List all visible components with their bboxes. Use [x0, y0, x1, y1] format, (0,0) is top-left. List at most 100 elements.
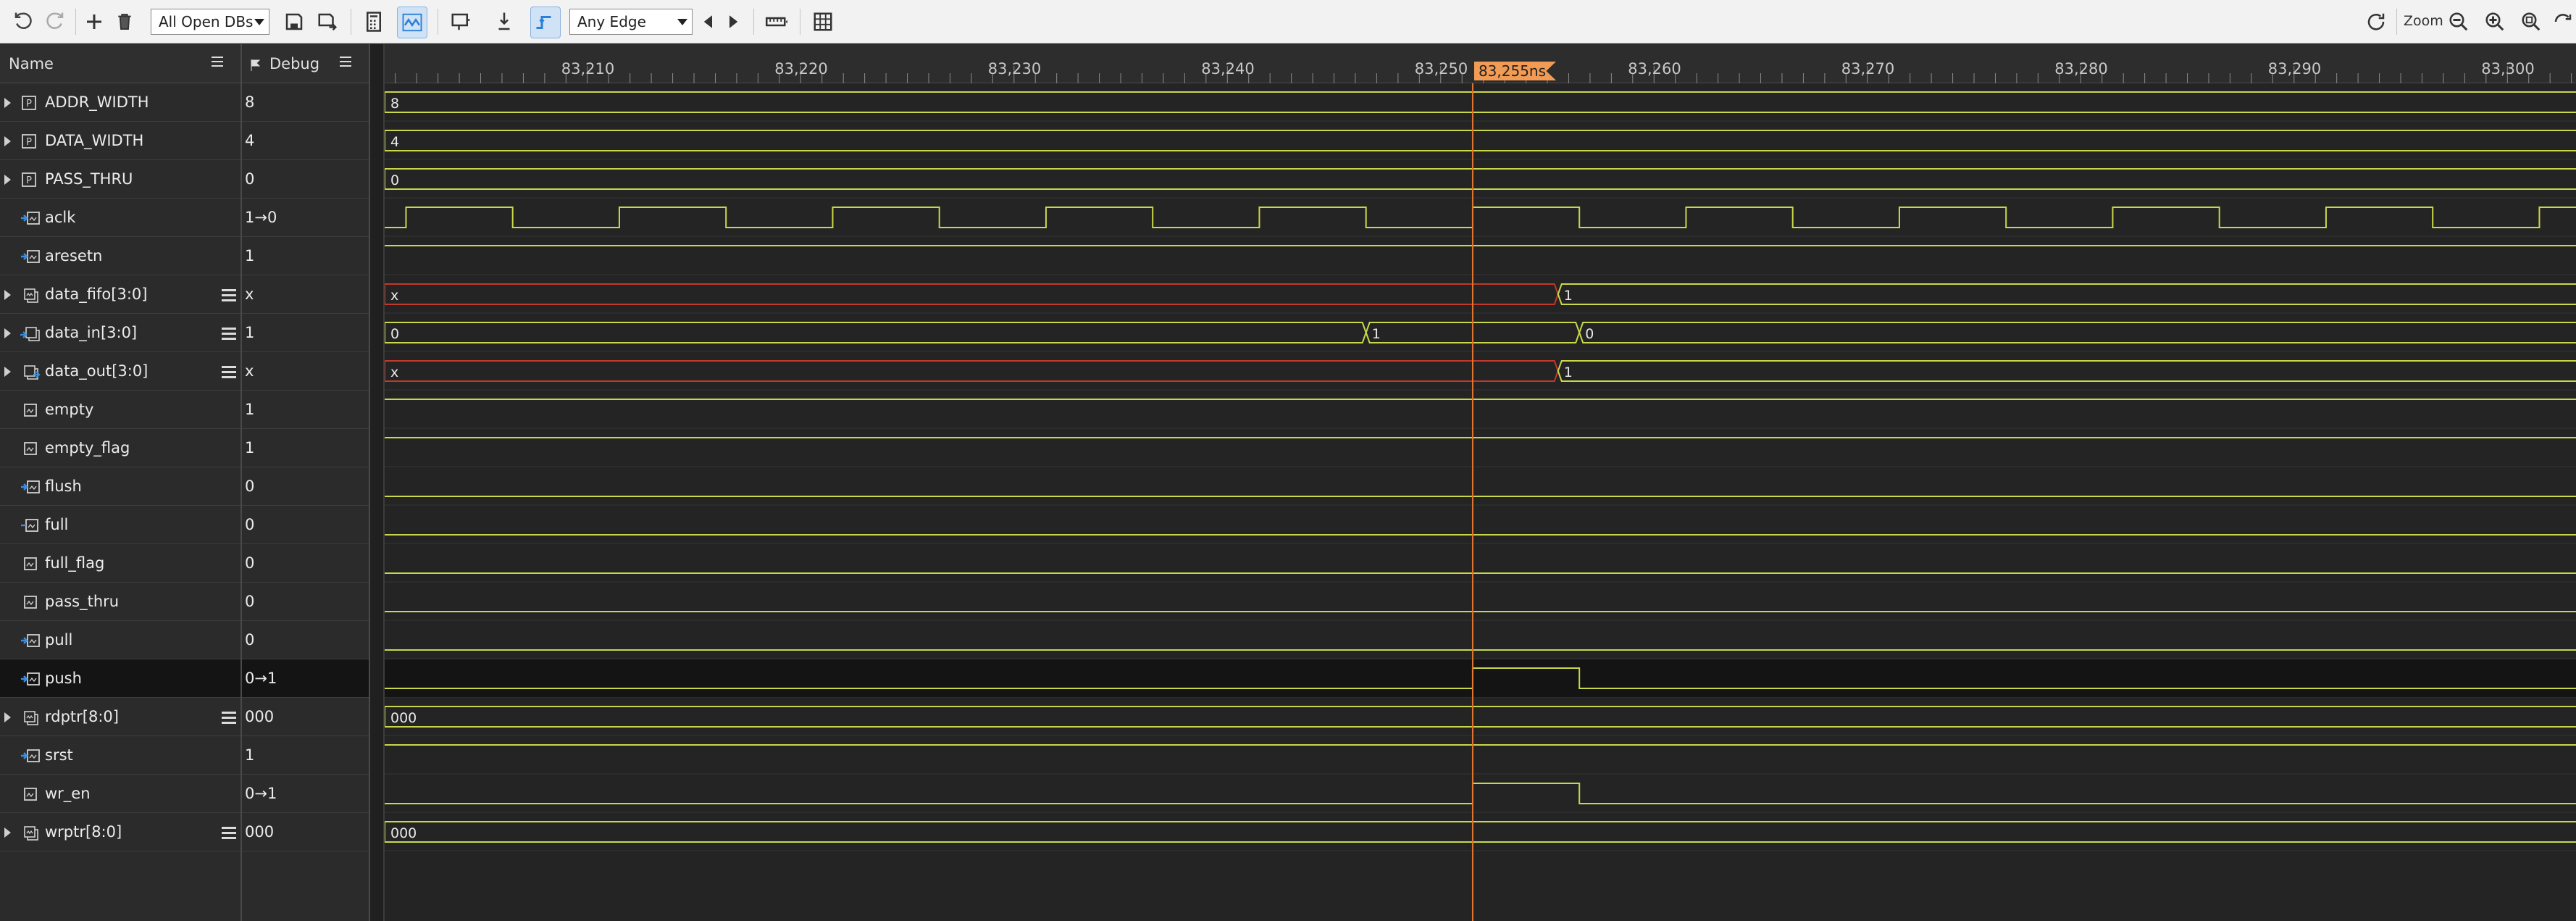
expand-arrow-icon[interactable]: [4, 136, 11, 146]
waveform-mode-button[interactable]: [397, 7, 427, 38]
radix-menu-icon[interactable]: [222, 827, 236, 842]
signal-row[interactable]: aresetn: [0, 237, 241, 275]
undo-button[interactable]: [9, 6, 38, 38]
signal-row[interactable]: P ADDR_WIDTH: [0, 83, 241, 122]
signal-name: data_out[3:0]: [45, 362, 149, 380]
marker-button[interactable]: [446, 6, 475, 38]
time-tick-label: 83,270: [1841, 60, 1895, 78]
radix-menu-icon[interactable]: [222, 712, 236, 727]
waveform-pane[interactable]: 83,210 83,220 83,230 83,240 83,250 83,260 83,2…: [385, 44, 2576, 921]
signal-value: 0: [245, 516, 255, 533]
signal-value-row[interactable]: 0→1: [242, 775, 369, 813]
save-icon: [285, 13, 303, 30]
ruler-button[interactable]: [762, 6, 791, 38]
save-button[interactable]: [280, 6, 309, 38]
signal-value-row[interactable]: 0: [242, 583, 369, 621]
signal-value-row[interactable]: 0: [242, 467, 369, 506]
signal-row[interactable]: data_fifo[3:0]: [0, 275, 241, 314]
expand-arrow-icon[interactable]: [4, 712, 11, 722]
radix-menu-icon[interactable]: [222, 289, 236, 304]
save-as-button[interactable]: [313, 6, 342, 38]
waveform-canvas[interactable]: 8 4 0 x 1 0 1 0 x 1 000 000: [385, 83, 2576, 921]
redo-button[interactable]: [41, 6, 70, 38]
expand-arrow-icon[interactable]: [4, 828, 11, 838]
expand-arrow-icon[interactable]: [4, 98, 11, 108]
value-column-header[interactable]: Debug: [242, 44, 369, 83]
snap-button[interactable]: [490, 6, 519, 38]
output-port-icon: [20, 517, 41, 534]
zoom-fit-button[interactable]: [2517, 6, 2546, 38]
zoom-in-button[interactable]: [2480, 6, 2509, 38]
signal-row[interactable]: pull: [0, 621, 241, 659]
expand-arrow-icon[interactable]: [4, 367, 11, 377]
expand-arrow-icon[interactable]: [4, 328, 11, 338]
signal-row[interactable]: data_in[3:0]: [0, 314, 241, 352]
signal-value-row[interactable]: 0: [242, 506, 369, 544]
pane-splitter[interactable]: [370, 44, 385, 921]
hamburger-icon[interactable]: [340, 57, 351, 67]
signal-value-row[interactable]: 1: [242, 429, 369, 467]
signal-value-row[interactable]: 1→0: [242, 199, 369, 237]
signal-value-row[interactable]: 1: [242, 314, 369, 352]
signal-value: 1: [245, 401, 255, 418]
signal-value: 1: [245, 247, 255, 264]
signal-row[interactable]: full: [0, 506, 241, 544]
db-select[interactable]: All Open DBs: [151, 9, 269, 35]
bus-input-icon: [20, 325, 41, 342]
signal-value: 0→1: [245, 670, 277, 687]
bus-segment: [385, 821, 2576, 843]
cursor-time-flag[interactable]: 83,255ns: [1473, 62, 1557, 80]
zoom-out-button[interactable]: [2444, 6, 2473, 38]
next-edge-button[interactable]: [719, 6, 748, 38]
signal-value-row[interactable]: 000: [242, 698, 369, 736]
signal-value-row[interactable]: 8: [242, 83, 369, 122]
signal-row[interactable]: aclk: [0, 199, 241, 237]
time-tick-label: 83,210: [561, 60, 615, 78]
bus-segment-value: 0: [390, 172, 399, 188]
delete-button[interactable]: [110, 6, 139, 38]
signal-row[interactable]: data_out[3:0]: [0, 352, 241, 391]
signal-value-row[interactable]: 1: [242, 736, 369, 775]
edge-type-button[interactable]: [530, 7, 561, 38]
calculator-button[interactable]: [359, 6, 388, 38]
signal-value-row[interactable]: x: [242, 275, 369, 314]
signal-row[interactable]: empty: [0, 391, 241, 429]
expand-arrow-icon[interactable]: [4, 175, 11, 185]
signal-row[interactable]: flush: [0, 467, 241, 506]
radix-menu-icon[interactable]: [222, 366, 236, 381]
signal-value-row[interactable]: x: [242, 352, 369, 391]
time-tick-label: 83,220: [774, 60, 828, 78]
signal-row[interactable]: pass_thru: [0, 583, 241, 621]
signal-value-row[interactable]: 0: [242, 621, 369, 659]
name-column-header[interactable]: Name: [0, 44, 241, 83]
zoom-full-button[interactable]: [2550, 6, 2576, 38]
signal-value-row[interactable]: 1: [242, 391, 369, 429]
signal-row[interactable]: push: [0, 659, 241, 698]
expand-arrow-icon[interactable]: [4, 290, 11, 300]
input-port-icon: [20, 209, 41, 227]
signal-row[interactable]: P PASS_THRU: [0, 160, 241, 199]
signal-value-row[interactable]: 4: [242, 122, 369, 160]
edge-select[interactable]: Any Edge: [569, 9, 693, 35]
signal-value-row[interactable]: 0: [242, 160, 369, 199]
signal-value-row[interactable]: 1: [242, 237, 369, 275]
waveform-icon: [402, 13, 422, 32]
signal-value-row[interactable]: 000: [242, 813, 369, 851]
signal-value-row[interactable]: 0: [242, 544, 369, 583]
hamburger-icon[interactable]: [212, 57, 223, 67]
wire-icon: [20, 401, 41, 419]
radix-menu-icon[interactable]: [222, 328, 236, 343]
chevron-down-icon: [677, 19, 687, 25]
signal-row[interactable]: srst: [0, 736, 241, 775]
signal-row[interactable]: full_flag: [0, 544, 241, 583]
signal-row[interactable]: empty_flag: [0, 429, 241, 467]
signal-value-row[interactable]: 0→1: [242, 659, 369, 698]
grid-button[interactable]: [808, 6, 837, 38]
add-signal-button[interactable]: [80, 6, 109, 38]
signal-row[interactable]: wr_en: [0, 775, 241, 813]
refresh-button[interactable]: [2362, 6, 2391, 38]
signal-row[interactable]: rdptr[8:0]: [0, 698, 241, 736]
db-select-value: All Open DBs: [159, 13, 254, 30]
signal-row[interactable]: wrptr[8:0]: [0, 813, 241, 851]
signal-row[interactable]: P DATA_WIDTH: [0, 122, 241, 160]
